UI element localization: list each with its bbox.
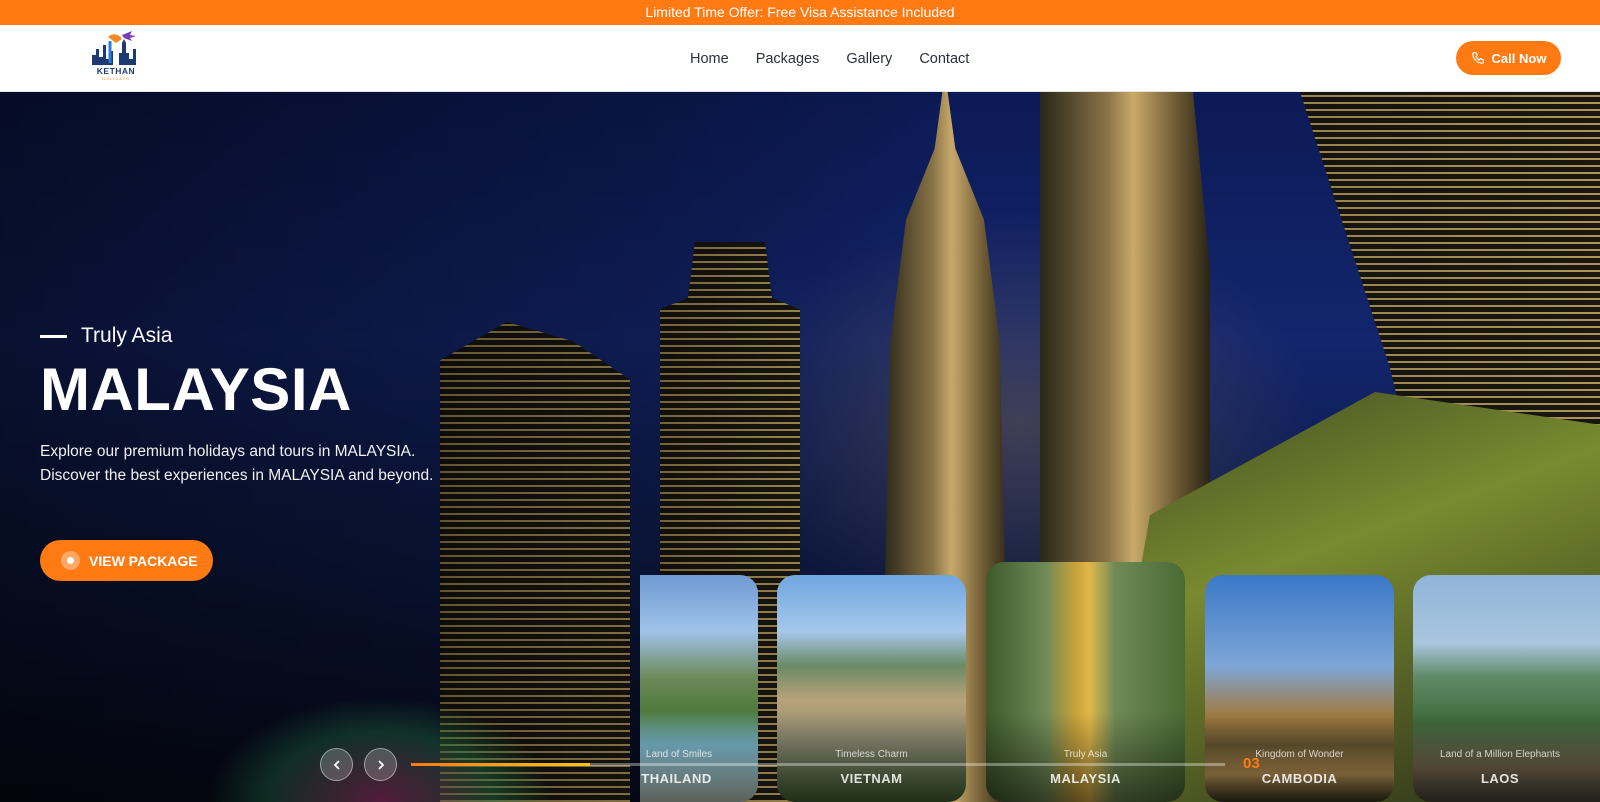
hero-tagline-text: Truly Asia — [81, 324, 173, 347]
hero-title: MALAYSIA — [40, 356, 352, 423]
site-header: KETHAN HOLIDAYS Home Packages Gallery Co… — [0, 25, 1600, 92]
nav-contact[interactable]: Contact — [919, 51, 969, 67]
carousel-progress-bar — [411, 763, 1225, 766]
logo-graphic — [92, 31, 136, 65]
main-nav: Home Packages Gallery Contact — [690, 25, 969, 92]
card-caption: Timeless Charm — [835, 749, 908, 760]
card-name: VIETNAM — [840, 771, 903, 786]
nav-home[interactable]: Home — [690, 51, 729, 67]
chevron-right-icon — [377, 759, 384, 770]
call-now-button[interactable]: Call Now — [1456, 41, 1561, 75]
tagline-dash — [40, 334, 67, 338]
nav-packages[interactable]: Packages — [756, 51, 820, 67]
chevron-left-icon — [333, 759, 340, 770]
carousel-controls — [320, 748, 397, 781]
hero-description: Explore our premium holidays and tours i… — [40, 443, 434, 484]
view-package-label: VIEW PACKAGE — [89, 552, 198, 569]
carousel-counter: 03 — [1243, 755, 1260, 772]
carousel-next-button[interactable] — [364, 748, 397, 781]
play-dot-icon — [61, 551, 80, 570]
card-caption: Land of a Million Elephants — [1439, 749, 1561, 760]
destination-card-thailand[interactable]: Land of Smiles THAILAND — [640, 575, 758, 802]
card-name: MALAYSIA — [1050, 771, 1121, 786]
card-name: CAMBODIA — [1261, 771, 1338, 786]
card-caption: Kingdom of Wonder — [1255, 749, 1344, 760]
hero-banner: Truly Asia MALAYSIA Explore our premium … — [0, 92, 1600, 802]
hero-tagline: Truly Asia — [40, 324, 460, 348]
nav-gallery[interactable]: Gallery — [846, 51, 892, 67]
hero-content: Truly Asia MALAYSIA Explore our premium … — [40, 324, 460, 487]
phone-icon — [1471, 52, 1484, 64]
carousel-prev-button[interactable] — [320, 748, 353, 781]
promo-text: Limited Time Offer: Free Visa Assistance… — [645, 4, 955, 20]
destination-card-laos[interactable]: Land of a Million Elephants LAOS — [1413, 575, 1600, 802]
call-now-label: Call Now — [1491, 50, 1547, 66]
destination-card-malaysia[interactable]: Truly Asia MALAYSIA — [986, 562, 1185, 802]
card-name: THAILAND — [641, 771, 712, 786]
logo-text: KETHAN — [96, 66, 136, 76]
view-package-button[interactable]: VIEW PACKAGE — [40, 540, 213, 581]
card-name: LAOS — [1480, 771, 1520, 786]
carousel-progress-fill — [411, 763, 591, 766]
logo[interactable]: KETHAN HOLIDAYS — [86, 29, 146, 87]
promo-bar: Limited Time Offer: Free Visa Assistance… — [0, 0, 1600, 25]
destination-card-cambodia[interactable]: Kingdom of Wonder CAMBODIA — [1205, 575, 1394, 802]
card-caption: Land of Smiles — [645, 749, 713, 760]
card-caption: Truly Asia — [1063, 749, 1108, 760]
destination-card-vietnam[interactable]: Timeless Charm VIETNAM — [777, 575, 966, 802]
logo-subtext: HOLIDAYS — [102, 76, 130, 81]
